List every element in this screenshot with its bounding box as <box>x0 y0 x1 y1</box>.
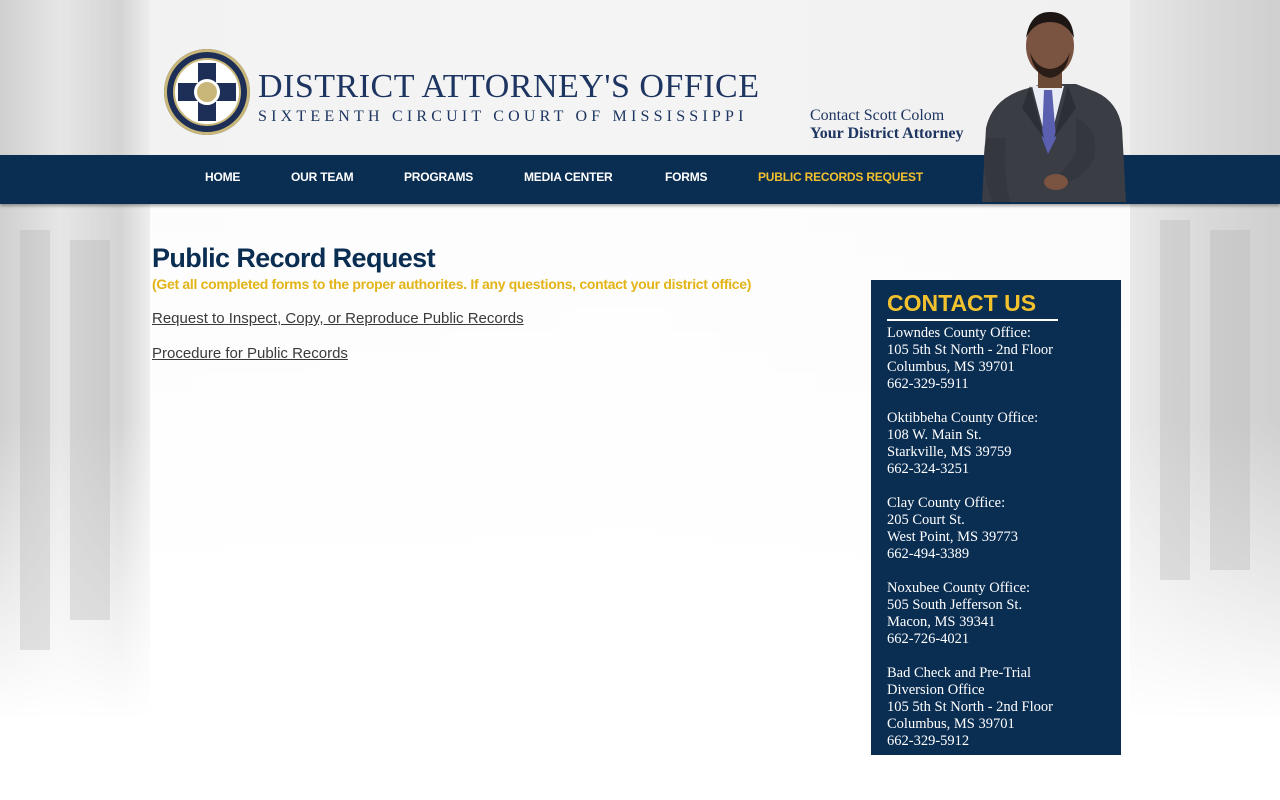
office-phone[interactable]: 662-494-3389 <box>887 546 1117 563</box>
nav-item-media-center[interactable]: MEDIA CENTER <box>524 170 613 184</box>
office-line: Columbus, MS 39701 <box>887 359 1015 375</box>
office-line: Noxubee County Office: <box>887 580 1031 596</box>
page-title: Public Record Request <box>152 243 436 273</box>
office-noxubee: Noxubee County Office: 505 South Jeffers… <box>887 580 1117 648</box>
office-line: Oktibbeha County Office: <box>887 410 1039 426</box>
contact-us-panel: CONTACT US Lowndes County Office: 105 5t… <box>871 280 1121 755</box>
office-line: Columbus, MS 39701 <box>887 716 1015 732</box>
background-column <box>70 240 110 620</box>
site-title[interactable]: DISTRICT ATTORNEY'S OFFICE <box>258 68 760 106</box>
office-line: 505 South Jefferson St. <box>887 597 1023 613</box>
background-column <box>1160 220 1190 580</box>
nav-item-programs[interactable]: PROGRAMS <box>404 170 473 184</box>
nav-item-home[interactable]: HOME <box>205 170 240 184</box>
office-line: 105 5th St North - 2nd Floor <box>887 342 1053 358</box>
office-phone[interactable]: 662-329-5911 <box>887 376 1117 393</box>
office-phone[interactable]: 662-726-4021 <box>887 631 1117 648</box>
district-attorney-portrait <box>982 12 1126 202</box>
page-subtitle: (Get all completed forms to the proper a… <box>152 276 752 292</box>
nav-item-public-records-request[interactable]: PUBLIC RECORDS REQUEST <box>758 170 923 184</box>
office-line: Diversion Office <box>887 682 985 698</box>
office-bad-check-diversion: Bad Check and Pre-Trial Diversion Office… <box>887 665 1117 750</box>
background-column <box>20 230 50 650</box>
office-line: Macon, MS 39341 <box>887 614 996 630</box>
procedure-public-records-link[interactable]: Procedure for Public Records <box>152 345 348 362</box>
request-inspect-copy-link[interactable]: Request to Inspect, Copy, or Reproduce P… <box>152 310 524 327</box>
nav-item-our-team[interactable]: OUR TEAM <box>291 170 354 184</box>
office-line: Lowndes County Office: <box>887 325 1031 341</box>
office-phone[interactable]: 662-329-5912 <box>887 733 1117 750</box>
contact-us-heading: CONTACT US <box>887 290 1037 316</box>
office-lowndes: Lowndes County Office: 105 5th St North … <box>887 325 1117 393</box>
office-clay: Clay County Office: 205 Court St. West P… <box>887 495 1117 563</box>
contact-heading-divider <box>887 319 1058 321</box>
your-district-attorney-label[interactable]: Your District Attorney <box>810 125 963 143</box>
office-line: Bad Check and Pre-Trial <box>887 665 1032 681</box>
district-attorney-seal-icon[interactable] <box>164 49 250 135</box>
office-line: Clay County Office: <box>887 495 1006 511</box>
office-line: 108 W. Main St. <box>887 427 982 443</box>
contact-da-link[interactable]: Contact Scott Colom <box>810 107 944 125</box>
office-line: 205 Court St. <box>887 512 965 528</box>
nav-item-forms[interactable]: FORMS <box>665 170 708 184</box>
office-phone[interactable]: 662-324-3251 <box>887 461 1117 478</box>
office-line: Starkville, MS 39759 <box>887 444 1012 460</box>
site-subtitle: SIXTEENTH CIRCUIT COURT OF MISSISSIPPI <box>258 108 748 125</box>
background-column <box>1210 230 1250 570</box>
office-line: West Point, MS 39773 <box>887 529 1018 545</box>
office-line: 105 5th St North - 2nd Floor <box>887 699 1053 715</box>
office-oktibbeha: Oktibbeha County Office: 108 W. Main St.… <box>887 410 1117 478</box>
